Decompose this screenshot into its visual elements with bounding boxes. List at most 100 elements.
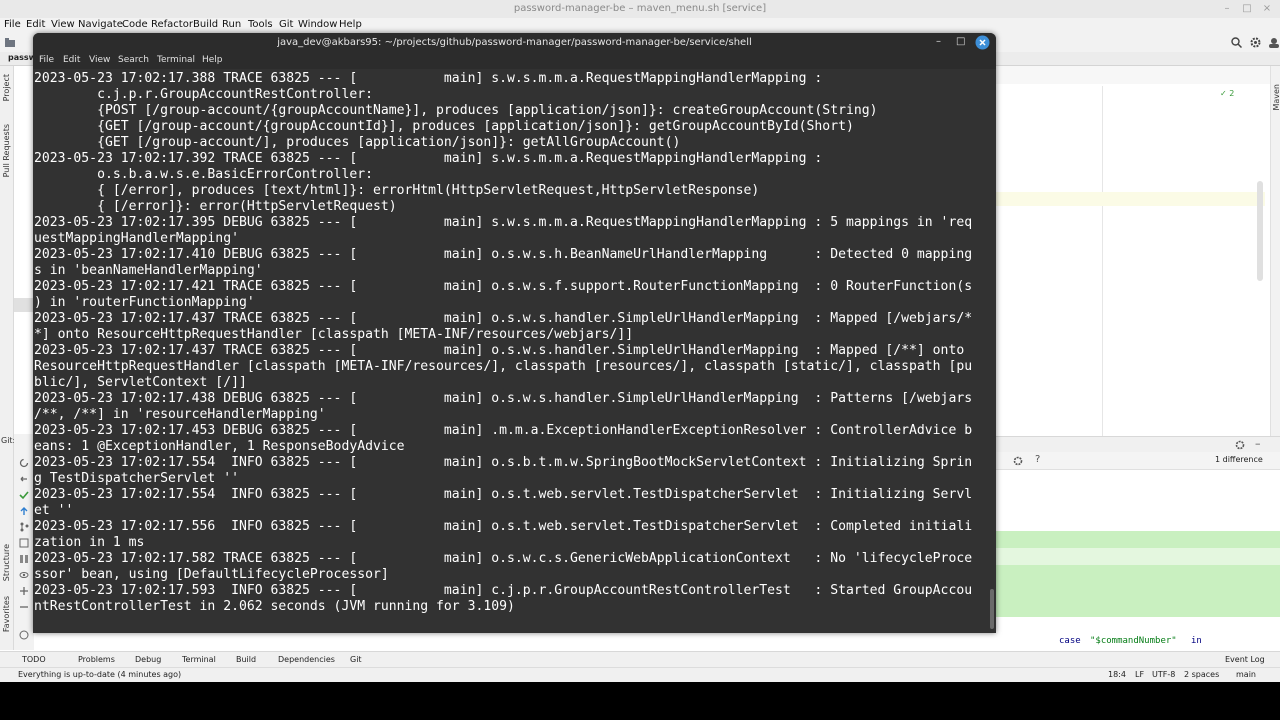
maven-strip: Maven [1270,66,1280,436]
event-log-button[interactable]: Event Log [1225,655,1265,664]
terminal-line: blic/], ServletContext [/]] [34,375,247,390]
menu-window[interactable]: Window [298,19,337,30]
git-branch[interactable]: main [1236,670,1256,679]
ide-title: password-manager-be – maven_menu.sh [ser… [513,3,767,14]
terminal-line: *] onto ResourceHttpRequestHandler [clas… [34,327,634,342]
help-icon[interactable]: ? [1035,454,1040,465]
terminal-line: 2023-05-23 17:02:17.410 DEBUG 63825 --- … [34,247,973,262]
refresh-icon[interactable] [19,458,29,468]
debug-tool-button[interactable]: Debug [135,655,161,664]
push-arrow-icon[interactable] [19,506,29,516]
help-icon[interactable] [19,630,29,640]
structure-tool-label[interactable]: Structure [2,544,11,581]
build-tool-button[interactable]: Build [236,655,256,664]
minimize-icon[interactable]: – [1220,3,1234,14]
terminal-menu-search[interactable]: Search [118,55,149,65]
terminal-line: zation in 1 ms [34,535,145,550]
ide-titlebar: password-manager-be – maven_menu.sh [ser… [0,0,1280,18]
git-tool-button[interactable]: Git [350,655,362,664]
terminal-menubar: File Edit View Search Terminal Help [33,53,996,69]
command-number-string: "$commandNumber" [1090,636,1177,646]
maven-tool-label[interactable]: Maven [1272,84,1280,111]
menu-build[interactable]: Build [193,19,218,30]
menu-code[interactable]: Code [122,19,148,30]
terminal-scroll-thumb[interactable] [990,589,994,629]
search-icon[interactable] [1231,37,1242,48]
diff-settings-icon[interactable] [1013,456,1023,466]
file-encoding[interactable]: UTF-8 [1152,670,1175,679]
terminal-line: 2023-05-23 17:02:17.554 INFO 63825 --- [… [34,455,973,470]
editor-right-area: ✓ 2 Maven – ? 1 difference case "$comman… [995,66,1280,650]
terminal-menu-help[interactable]: Help [202,55,223,65]
maximize-icon[interactable]: □ [1240,3,1254,14]
terminal-line: ssor' bean, using [DefaultLifecycleProce… [34,567,389,582]
terminal-tool-button[interactable]: Terminal [182,655,216,664]
terminal-window[interactable]: java_dev@akbars95: ~/projects/github/pas… [33,33,996,633]
dependencies-tool-button[interactable]: Dependencies [278,655,335,664]
terminal-line: 2023-05-23 17:02:17.593 INFO 63825 --- [… [34,583,973,598]
screen: password-manager-be – maven_menu.sh [ser… [0,0,1280,720]
settings-gear-icon[interactable] [1250,37,1261,48]
diff-added-line [995,548,1280,565]
panel-minimize-icon[interactable]: – [1255,437,1261,450]
terminal-title: java_dev@akbars95: ~/projects/github/pas… [277,37,752,48]
panel-settings-icon[interactable] [1235,440,1245,450]
terminal-line: uestMappingHandlerMapping' [34,231,239,246]
terminal-output[interactable]: 2023-05-23 17:02:17.388 TRACE 63825 --- … [34,71,989,631]
terminal-minimize-icon[interactable]: – [936,36,941,47]
diff-icon[interactable] [19,554,29,564]
in-keyword: in [1191,636,1202,646]
menu-file[interactable]: File [4,19,21,30]
terminal-line: 2023-05-23 17:02:17.438 DEBUG 63825 --- … [34,391,973,406]
terminal-line: ntRestControllerTest in 2.062 seconds (J… [34,599,515,614]
inspection-badge[interactable]: ✓ 2 [1220,89,1234,98]
menu-tools[interactable]: Tools [248,19,273,30]
project-tool-label[interactable]: Project [2,74,11,101]
avatar-icon[interactable] [1268,37,1280,48]
menu-help[interactable]: Help [339,19,362,30]
terminal-line: g TestDispatcherServlet '' [34,471,239,486]
eye-icon[interactable] [19,570,29,580]
pull-requests-tool-label[interactable]: Pull Requests [2,124,11,177]
folder-icon[interactable] [5,38,15,47]
indent-setting[interactable]: 2 spaces [1184,670,1219,679]
menu-git[interactable]: Git [279,19,293,30]
terminal-menu-terminal[interactable]: Terminal [157,55,195,65]
collapse-icon[interactable] [19,602,29,612]
editor-divider [1102,86,1103,436]
terminal-line: 2023-05-23 17:02:17.554 INFO 63825 --- [… [34,487,973,502]
menu-refactor[interactable]: Refactor [151,19,193,30]
terminal-close-icon[interactable] [975,35,990,50]
branch-icon[interactable] [19,522,29,532]
terminal-menu-file[interactable]: File [39,55,54,65]
terminal-maximize-icon[interactable]: □ [956,36,965,47]
terminal-scrollbar[interactable] [988,69,996,633]
menu-navigate[interactable]: Navigate [78,19,123,30]
terminal-menu-edit[interactable]: Edit [63,55,80,65]
terminal-titlebar[interactable]: java_dev@akbars95: ~/projects/github/pas… [33,33,996,53]
terminal-line: ResourceHttpRequestHandler [classpath [M… [34,359,973,374]
terminal-line: 2023-05-23 17:02:17.582 TRACE 63825 --- … [34,551,973,566]
menu-view[interactable]: View [51,19,75,30]
favorites-tool-label[interactable]: Favorites [2,596,11,632]
editor-scrollbar[interactable] [1257,181,1263,281]
commit-check-icon[interactable] [19,490,29,500]
terminal-line: 2023-05-23 17:02:17.437 TRACE 63825 --- … [34,343,973,358]
rollback-icon[interactable] [19,474,29,484]
diff-added-block [995,531,1280,617]
todo-tool-button[interactable]: TODO [22,655,46,664]
problems-tool-button[interactable]: Problems [78,655,115,664]
terminal-line: 2023-05-23 17:02:17.388 TRACE 63825 --- … [34,71,831,86]
group-icon[interactable] [19,538,29,548]
line-separator[interactable]: LF [1135,670,1144,679]
project-tab[interactable]: passw [8,53,36,62]
terminal-line: { [/error], produces [text/html]}: error… [34,183,760,198]
close-icon[interactable]: × [1260,3,1274,14]
menu-edit[interactable]: Edit [26,19,45,30]
cursor-position[interactable]: 18:4 [1108,670,1126,679]
diff-toolbar: ? 1 difference [995,452,1280,470]
menu-run[interactable]: Run [222,19,241,30]
terminal-menu-view[interactable]: View [89,55,110,65]
expand-icon[interactable] [19,586,29,596]
terminal-line: 2023-05-23 17:02:17.453 DEBUG 63825 --- … [34,423,973,438]
